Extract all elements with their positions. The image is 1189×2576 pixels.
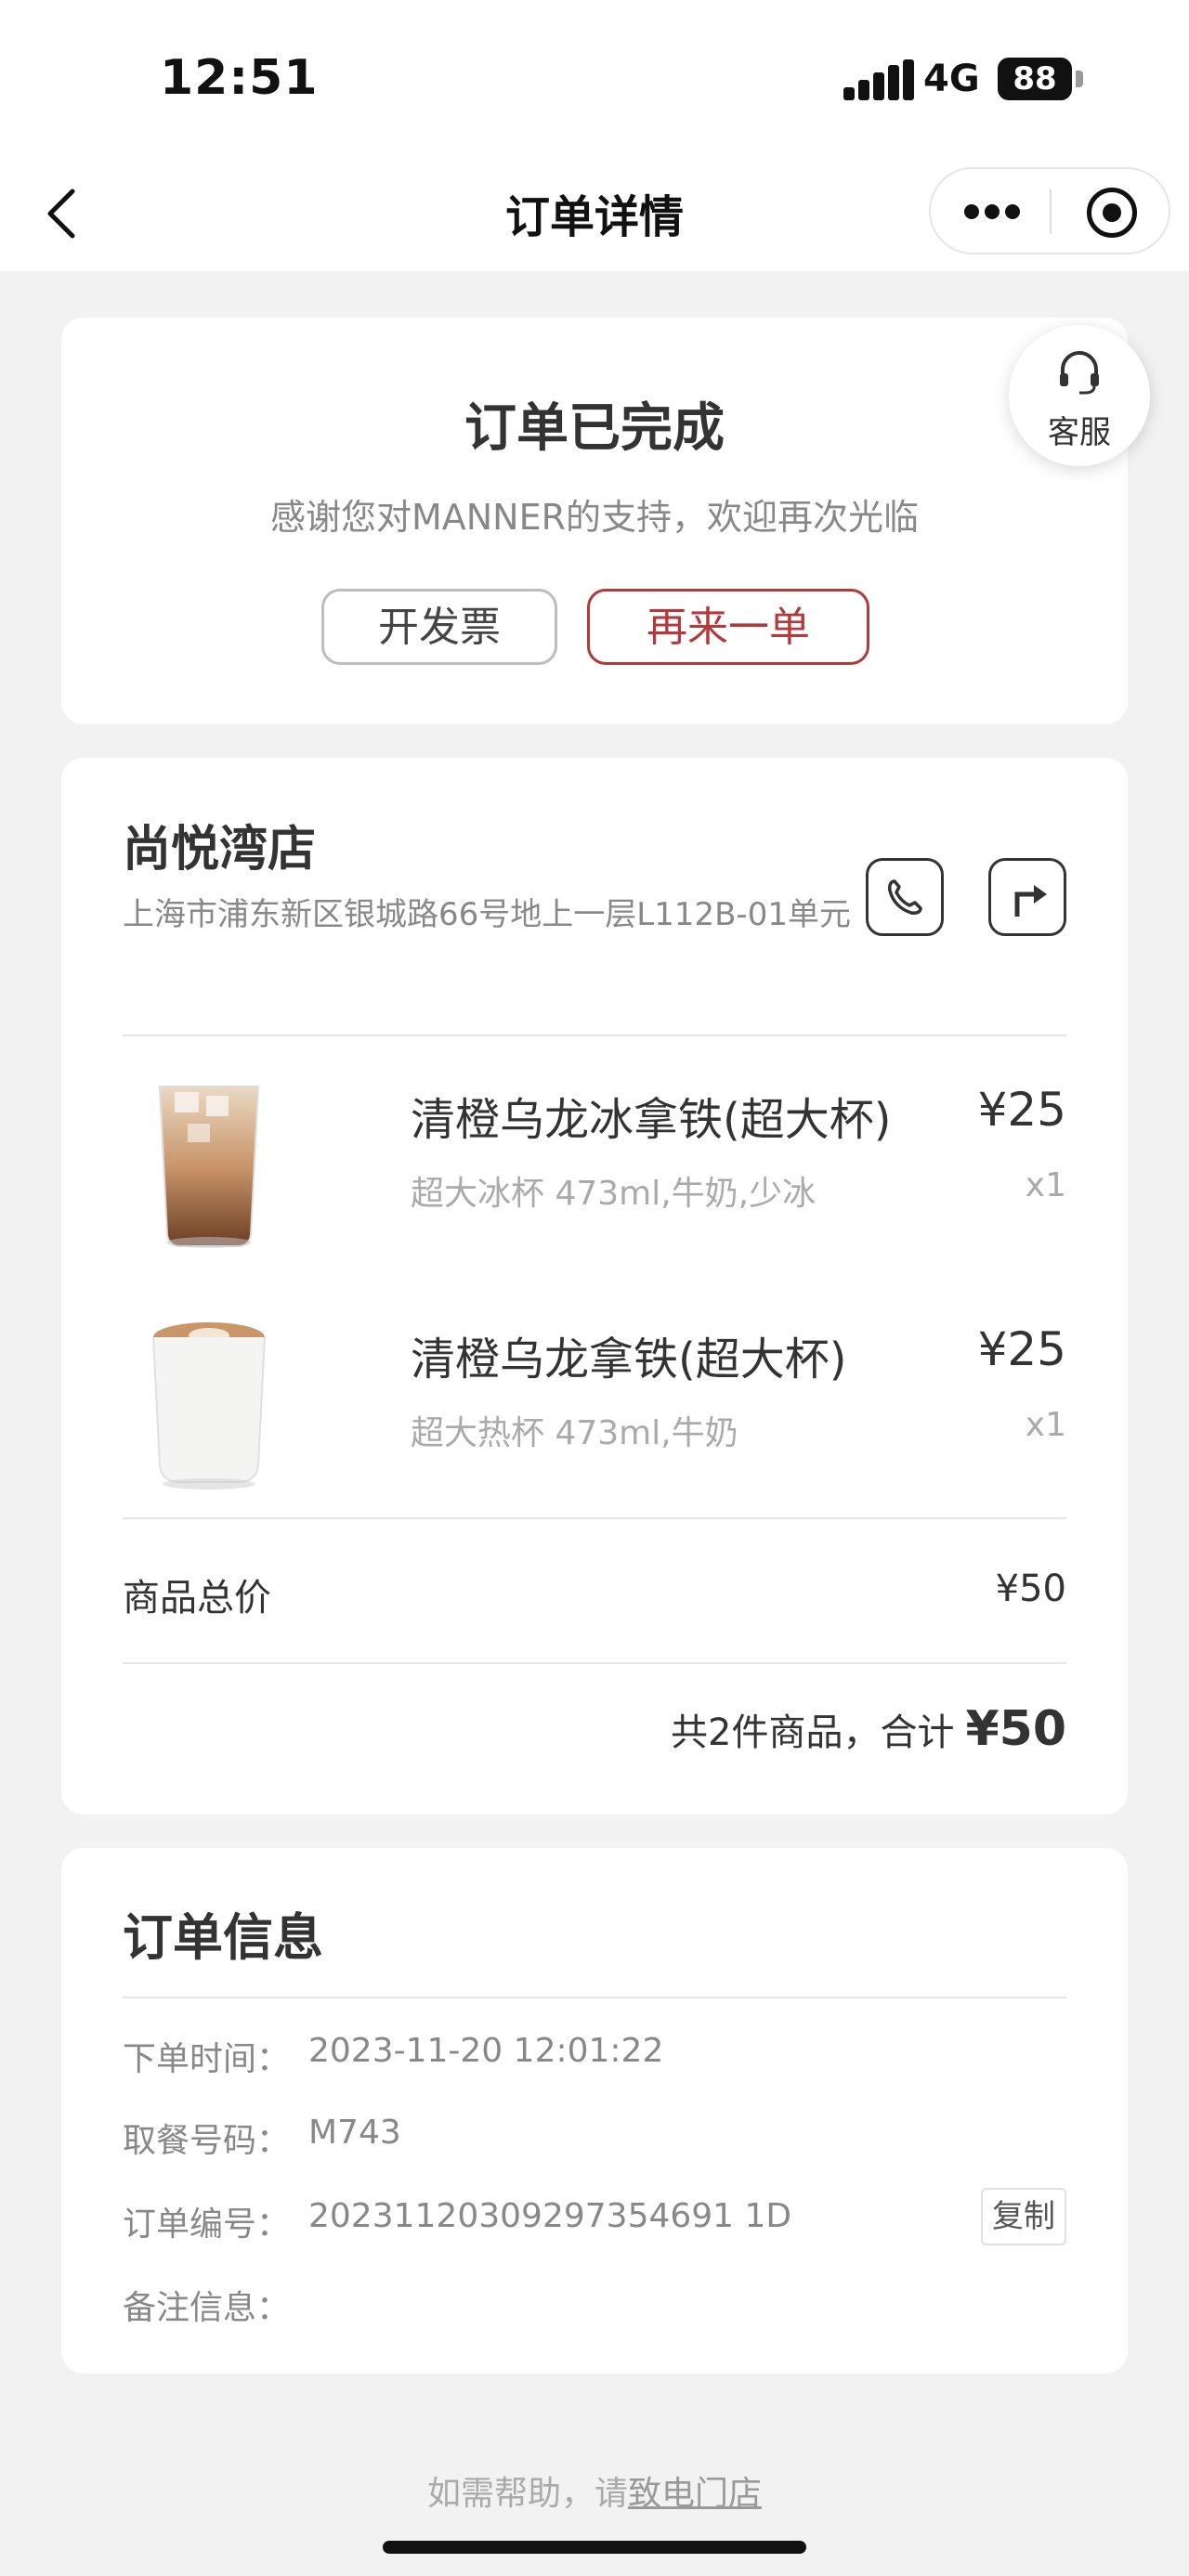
order-info-title: 订单信息: [123, 1908, 323, 1967]
order-number: 20231120309297354691 1D: [308, 2197, 792, 2235]
help-prefix: 如需帮助，请: [426, 2475, 628, 2513]
divider: [123, 1997, 1066, 1998]
customer-service-label: 客服: [1048, 414, 1111, 451]
item-name: 清橙乌龙拿铁(超大杯): [411, 1334, 847, 1386]
store-order-card: 尚悦湾店 上海市浦东新区银城路66号地上一层L112B-01单元 清橙乌龙冰拿铁…: [61, 758, 1128, 1815]
store-address: 上海市浦东新区银城路66号地上一层L112B-01单元: [123, 896, 851, 933]
battery-tip: [1076, 71, 1083, 87]
item-spec: 超大热杯 473ml,牛奶: [411, 1414, 738, 1452]
order-number-row: 订单编号： 20231120309297354691 1D 复制: [123, 2188, 1066, 2249]
directions-icon: [1014, 885, 1047, 917]
miniprogram-capsule: [929, 167, 1170, 254]
info-label: 订单编号：: [123, 2205, 291, 2244]
info-label: 下单时间：: [123, 2040, 291, 2078]
more-icon[interactable]: [964, 204, 1020, 221]
phone-icon: [888, 879, 922, 915]
capsule-divider: [1050, 189, 1052, 234]
order-status-card: 订单已完成 感谢您对MANNER的支持，欢迎再次光临 开发票 再来一单: [61, 318, 1128, 724]
item-quantity: x1: [1025, 1406, 1066, 1444]
info-label: 备注信息：: [123, 2289, 291, 2327]
headset-icon: [1060, 351, 1099, 395]
divider: [123, 1034, 1066, 1036]
battery-icon: 88: [998, 58, 1072, 100]
navigate-store-button[interactable]: [988, 858, 1066, 936]
nav-bar: 订单详情: [0, 158, 1189, 271]
order-status-subtitle: 感谢您对MANNER的支持，欢迎再次光临: [269, 497, 920, 538]
copy-order-number-button[interactable]: 复制: [981, 2188, 1066, 2245]
status-bar: 12:51 4G 88: [0, 0, 1189, 158]
total-prefix: 共2件商品，合计: [671, 1711, 955, 1754]
order-total: 共2件商品，合计 ¥50: [671, 1701, 1066, 1757]
signal-icon: [843, 59, 914, 100]
call-store-link[interactable]: 致电门店: [628, 2475, 762, 2513]
order-item[interactable]: 清橙乌龙冰拿铁(超大杯) 超大冰杯 473ml,牛奶,少冰 ¥25 x1: [123, 1062, 1066, 1267]
network-type: 4G: [923, 58, 980, 100]
reorder-button[interactable]: 再来一单: [587, 589, 869, 665]
hot-latte-image: [152, 1322, 266, 1490]
customer-service-button[interactable]: 客服: [1009, 325, 1150, 466]
status-time: 12:51: [160, 50, 319, 106]
home-indicator: [383, 2541, 806, 2554]
iced-latte-image: [158, 1086, 260, 1248]
invoice-button[interactable]: 开发票: [321, 589, 557, 665]
close-miniprogram-icon[interactable]: [1087, 188, 1137, 238]
remarks-row: 备注信息：: [123, 2281, 1066, 2333]
order-status-title: 订单已完成: [464, 398, 725, 459]
call-store-button[interactable]: [866, 858, 944, 936]
order-item[interactable]: 清橙乌龙拿铁(超大杯) 超大热杯 473ml,牛奶 ¥25 x1: [123, 1302, 1066, 1506]
order-info-card: 订单信息 下单时间： 2023-11-20 12:01:22 取餐号码： M74…: [61, 1848, 1128, 2374]
divider: [123, 1517, 1066, 1519]
order-time: 2023-11-20 12:01:22: [308, 2032, 664, 2070]
store-name: 尚悦湾店: [123, 822, 317, 878]
pickup-code-row: 取餐号码： M743: [123, 2114, 1066, 2166]
help-footer: 如需帮助，请致电门店: [0, 2466, 1189, 2515]
pickup-code: M743: [308, 2114, 401, 2152]
item-price: ¥25: [977, 1322, 1066, 1376]
item-name: 清橙乌龙冰拿铁(超大杯): [411, 1094, 892, 1146]
total-amount: ¥50: [965, 1701, 1066, 1757]
info-label: 取餐号码：: [123, 2122, 291, 2160]
subtotal-label: 商品总价: [123, 1577, 271, 1620]
order-time-row: 下单时间： 2023-11-20 12:01:22: [123, 2032, 1066, 2084]
item-spec: 超大冰杯 473ml,牛奶,少冰: [411, 1175, 817, 1213]
item-price: ¥25: [977, 1083, 1066, 1137]
subtotal-value: ¥50: [995, 1568, 1066, 1610]
divider: [123, 1662, 1066, 1664]
item-quantity: x1: [1025, 1166, 1066, 1204]
